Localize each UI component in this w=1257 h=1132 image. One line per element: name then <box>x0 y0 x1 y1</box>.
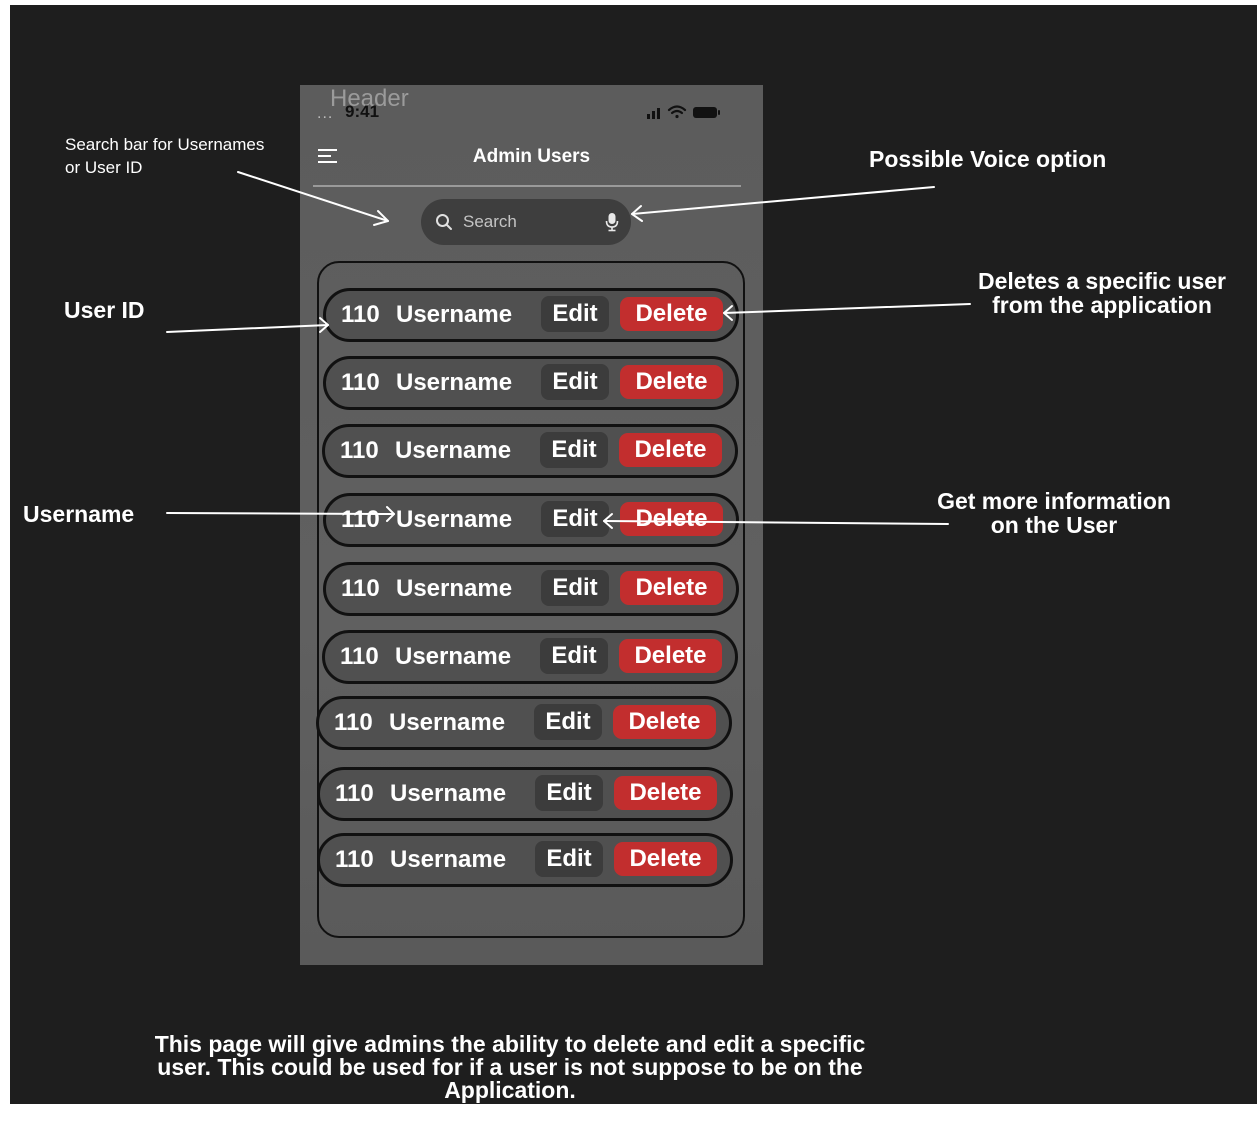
edit-button[interactable]: Edit <box>540 432 608 468</box>
user-id: 110 <box>341 575 380 602</box>
username-annotation: Username <box>23 501 135 527</box>
username: Username <box>396 506 513 533</box>
user-id: 110 <box>340 643 379 670</box>
user-id-annotation: User ID <box>64 297 145 323</box>
edit-button[interactable]: Edit <box>534 704 602 740</box>
edit-button[interactable]: Edit <box>540 638 608 674</box>
delete-button[interactable]: Delete <box>620 571 723 605</box>
user-id: 110 <box>334 709 373 736</box>
username: Username <box>389 709 506 736</box>
user-id: 110 <box>335 846 374 873</box>
user-row: 110 Username Edit Delete <box>322 424 738 478</box>
voice-annotation: Possible Voice option <box>869 146 1107 172</box>
signal-icon <box>647 108 660 119</box>
search-input[interactable] <box>461 211 595 233</box>
edit-annotation: Get more information on the User <box>924 489 1184 537</box>
username: Username <box>395 437 512 464</box>
delete-annotation-line-2: from the application <box>992 292 1212 318</box>
edit-annotation-line-2: on the User <box>990 512 1118 538</box>
battery-icon <box>693 107 720 118</box>
edit-button[interactable]: Edit <box>541 570 609 606</box>
microphone-icon[interactable] <box>605 212 619 232</box>
footer-line-2: user. This could be used for if a user i… <box>157 1054 863 1080</box>
phone-frame: Header ... 9:41 Admin Users Search 110 U… <box>300 85 763 965</box>
user-row: 110 Username Edit Delete <box>316 696 732 750</box>
user-row: 110 Username Edit Delete <box>323 356 739 410</box>
delete-button[interactable]: Delete <box>620 297 723 331</box>
delete-button[interactable]: Delete <box>614 776 717 810</box>
footer-description: This page will give admins the ability t… <box>130 1033 890 1102</box>
user-row: 110 Username Edit Delete <box>317 833 733 887</box>
edit-button[interactable]: Edit <box>535 775 603 811</box>
username: Username <box>390 846 507 873</box>
edit-button[interactable]: Edit <box>541 296 609 332</box>
search-bar-annotation: Search bar for Usernames or User ID <box>65 133 264 179</box>
delete-button[interactable]: Delete <box>619 433 722 467</box>
username: Username <box>395 643 512 670</box>
search-icon <box>436 214 452 230</box>
annotation-canvas: Search bar for Usernames or User ID Poss… <box>10 5 1257 1104</box>
delete-button[interactable]: Delete <box>620 502 723 536</box>
delete-annotation: Deletes a specific user from the applica… <box>962 269 1242 317</box>
user-row: 110 Username Edit Delete <box>323 288 739 342</box>
status-time: 9:41 <box>345 102 380 121</box>
page-title: Admin Users <box>472 146 591 167</box>
username: Username <box>396 369 513 396</box>
search-bar-annotation-line-1: Search bar for Usernames <box>65 135 265 154</box>
edit-button[interactable]: Edit <box>541 501 609 537</box>
edit-button[interactable]: Edit <box>541 364 609 400</box>
delete-button[interactable]: Delete <box>620 365 723 399</box>
status-dots: ... <box>317 105 334 122</box>
delete-button[interactable]: Delete <box>619 639 722 673</box>
footer-line-3: Application. <box>444 1077 576 1103</box>
delete-button[interactable]: Delete <box>613 705 716 739</box>
footer-line-1: This page will give admins the ability t… <box>154 1031 866 1057</box>
nav-divider <box>313 185 741 187</box>
username: Username <box>396 575 513 602</box>
username: Username <box>390 780 507 807</box>
user-id: 110 <box>340 437 379 464</box>
user-id: 110 <box>341 369 380 396</box>
username: Username <box>396 301 513 328</box>
user-id: 110 <box>341 506 380 533</box>
search-bar[interactable] <box>421 199 631 245</box>
user-row: 110 Username Edit Delete <box>322 630 738 684</box>
edit-button[interactable]: Edit <box>535 841 603 877</box>
delete-button[interactable]: Delete <box>614 842 717 876</box>
user-row: 110 Username Edit Delete <box>317 767 733 821</box>
user-row: 110 Username Edit Delete <box>323 562 739 616</box>
status-icons <box>647 105 720 119</box>
user-id: 110 <box>335 780 374 807</box>
wifi-icon <box>667 105 687 119</box>
search-bar-annotation-line-2: or User ID <box>65 158 143 177</box>
delete-annotation-line-1: Deletes a specific user <box>977 268 1227 294</box>
user-id: 110 <box>341 301 380 328</box>
edit-annotation-line-1: Get more information <box>937 488 1171 514</box>
user-row: 110 Username Edit Delete <box>323 493 739 547</box>
